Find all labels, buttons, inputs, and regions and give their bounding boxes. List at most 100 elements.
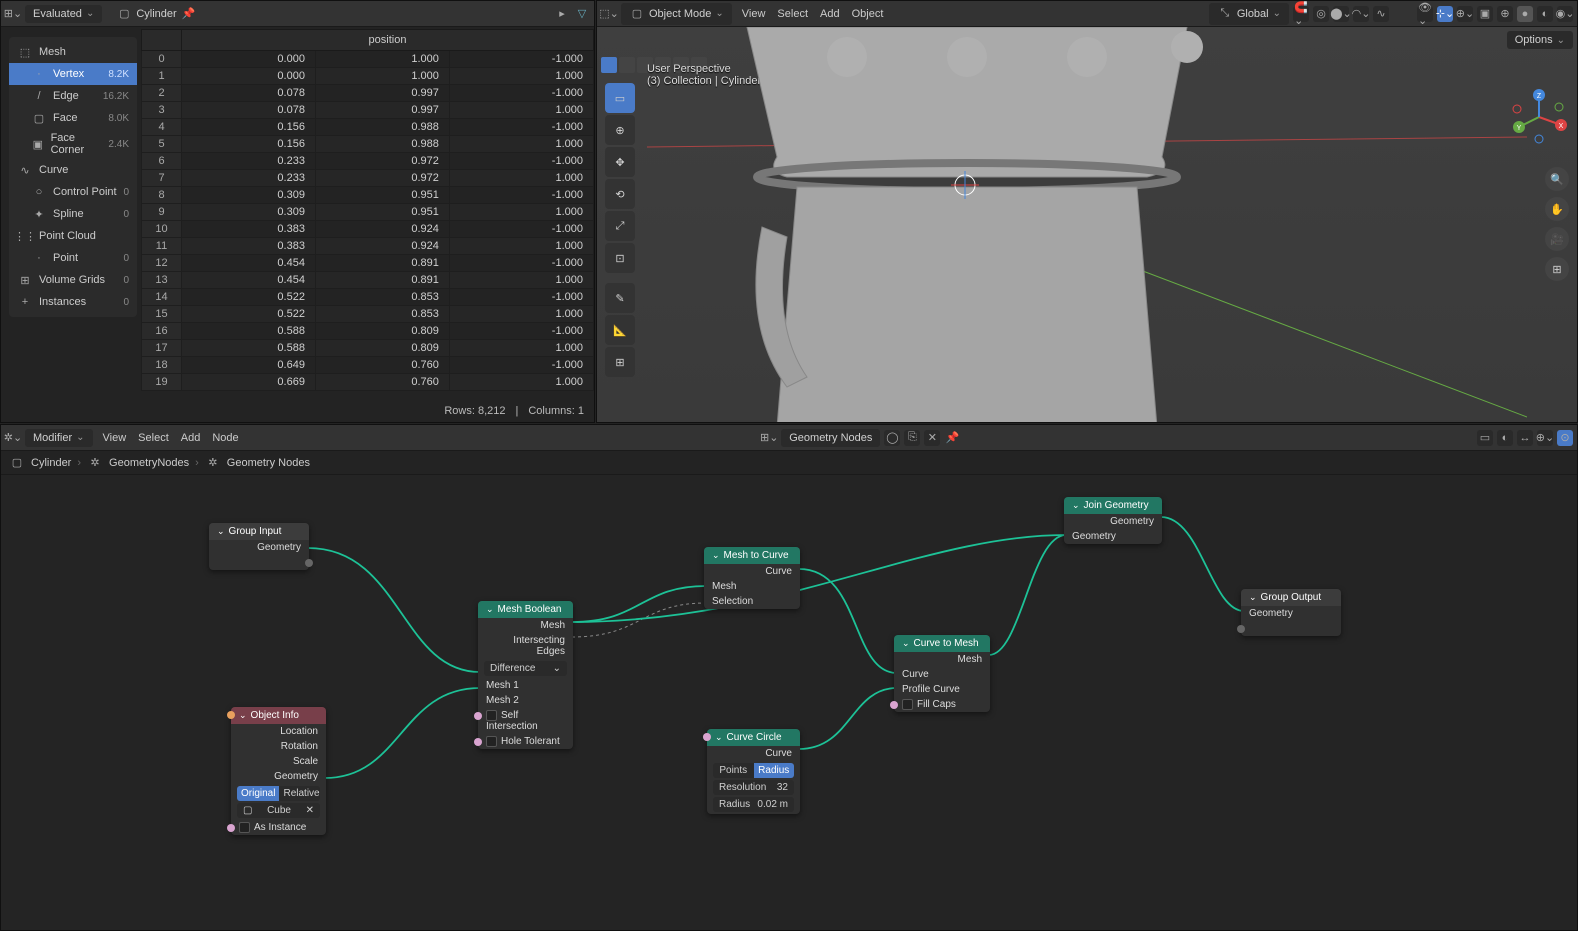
tree-point-cloud[interactable]: ⋮⋮Point Cloud <box>9 225 137 247</box>
shading-solid-icon[interactable]: ● <box>1517 6 1533 22</box>
ne-opt4-icon[interactable]: ⊕⌄ <box>1537 430 1553 446</box>
ne-opt2-icon[interactable]: ◐ <box>1497 430 1513 446</box>
node-mesh-boolean[interactable]: Mesh Boolean Mesh Intersecting Edges Dif… <box>478 601 573 749</box>
shading-matprev-icon[interactable]: ◐ <box>1537 6 1553 22</box>
ne-opt3-icon[interactable]: ↔ <box>1517 430 1533 446</box>
table-row[interactable]: 100.3830.924-1.000 <box>142 221 594 238</box>
pan-button[interactable]: ✋ <box>1545 197 1569 221</box>
table-row[interactable]: 110.3830.9241.000 <box>142 238 594 255</box>
arrow-icon[interactable]: ▸ <box>554 6 570 22</box>
table-row[interactable]: 130.4540.8911.000 <box>142 272 594 289</box>
table-row[interactable]: 40.1560.988-1.000 <box>142 119 594 136</box>
transform-tool[interactable]: ⊡ <box>605 243 635 273</box>
table-row[interactable]: 170.5880.8091.000 <box>142 340 594 357</box>
pin-icon[interactable]: 📌 <box>944 430 960 446</box>
breadcrumb-item[interactable]: Geometry Nodes <box>227 457 310 469</box>
xray-icon[interactable]: ▣ <box>1477 6 1493 22</box>
camera-button[interactable]: 🎥 <box>1545 227 1569 251</box>
node-group-output[interactable]: Group Output Geometry <box>1241 589 1341 636</box>
ne-opt1-icon[interactable]: ▭ <box>1477 430 1493 446</box>
table-row[interactable]: 150.5220.8531.000 <box>142 306 594 323</box>
tree-mesh[interactable]: ⬚Mesh <box>9 41 137 63</box>
node-group-input[interactable]: Group Input Geometry <box>209 523 309 570</box>
ne-opt5-icon[interactable]: ⊙ <box>1557 430 1573 446</box>
scale-tool[interactable]: ⤢ <box>605 211 635 241</box>
shading-wire-icon[interactable]: ⊕ <box>1497 6 1513 22</box>
editor-type-icon[interactable]: ⊞⌄ <box>5 6 21 22</box>
fake-shield-icon[interactable]: ◯ <box>884 430 900 446</box>
tree-instances[interactable]: +Instances0 <box>9 291 137 313</box>
table-row[interactable]: 190.6690.7601.000 <box>142 374 594 391</box>
annotate-tool[interactable]: ✎ <box>605 283 635 313</box>
shading-render-icon[interactable]: ◉⌄ <box>1557 6 1573 22</box>
rotate-tool[interactable]: ⟲ <box>605 179 635 209</box>
table-row[interactable]: 140.5220.853-1.000 <box>142 289 594 306</box>
table-row[interactable]: 00.0001.000-1.000 <box>142 51 594 68</box>
tree-volume-grids[interactable]: ⊞Volume Grids0 <box>9 269 137 291</box>
node-object-info[interactable]: Object Info Location Rotation Scale Geom… <box>231 707 326 835</box>
table-row[interactable]: 60.2330.972-1.000 <box>142 153 594 170</box>
sel-mode-2[interactable] <box>619 57 635 73</box>
table-row[interactable]: 30.0780.9971.000 <box>142 102 594 119</box>
node-curve-to-mesh[interactable]: Curve to Mesh Mesh Curve Profile Curve F… <box>894 635 990 712</box>
browse-nodetree-icon[interactable]: ⊞⌄ <box>761 430 777 446</box>
tree-curve[interactable]: ∿Curve <box>9 159 137 181</box>
mode-dropdown[interactable]: ▢Object Mode <box>621 3 732 25</box>
node-mesh-to-curve[interactable]: Mesh to Curve Curve Mesh Selection <box>704 547 800 609</box>
sel-mode-1[interactable] <box>601 57 617 73</box>
node-curve-circle[interactable]: Curve Circle Curve PointsRadius Resoluti… <box>707 729 800 814</box>
node-join-geometry[interactable]: Join Geometry Geometry Geometry <box>1064 497 1162 544</box>
persp-button[interactable]: ⊞ <box>1545 257 1569 281</box>
tree-point[interactable]: ·Point0 <box>9 247 137 269</box>
table-row[interactable]: 50.1560.9881.000 <box>142 136 594 153</box>
gizmo-toggle-icon[interactable]: ⊹⌄ <box>1437 6 1453 22</box>
node-canvas[interactable]: Group Input Geometry Object Info Locatio… <box>1 475 1577 930</box>
move-tool[interactable]: ✥ <box>605 147 635 177</box>
tree-control-point[interactable]: ○Control Point0 <box>9 181 137 203</box>
nodetree-name[interactable]: Geometry Nodes <box>781 429 880 447</box>
snap-icon[interactable]: 🧲⌄ <box>1293 6 1309 22</box>
misc2-icon[interactable]: ∿ <box>1373 6 1389 22</box>
table-row[interactable]: 180.6490.760-1.000 <box>142 357 594 374</box>
filter-icon[interactable]: ▽ <box>574 6 590 22</box>
orientation-dropdown[interactable]: ⤡Global <box>1209 3 1289 25</box>
breadcrumb-item[interactable]: Cylinder <box>31 457 71 469</box>
eval-mode-dropdown[interactable]: Evaluated <box>25 5 102 23</box>
editor-type-icon[interactable]: ✲⌄ <box>5 430 21 446</box>
table-row[interactable]: 80.3090.951-1.000 <box>142 187 594 204</box>
menu-view[interactable]: View <box>736 5 772 23</box>
pin-icon[interactable]: 📌 <box>181 6 197 22</box>
menu-select[interactable]: Select <box>771 5 814 23</box>
select-tool[interactable]: ▭ <box>605 83 635 113</box>
menu-node[interactable]: Node <box>206 429 244 447</box>
table-row[interactable]: 120.4540.891-1.000 <box>142 255 594 272</box>
overlay-icon[interactable]: ⊕⌄ <box>1457 6 1473 22</box>
tree-edge[interactable]: /Edge16.2K <box>9 85 137 107</box>
proportional-icon[interactable]: ◎ <box>1313 6 1329 22</box>
cursor-tool[interactable]: ⊕ <box>605 115 635 145</box>
menu-add[interactable]: Add <box>814 5 846 23</box>
menu-object[interactable]: Object <box>846 5 890 23</box>
viewport-canvas[interactable]: Options User Perspective (3) Collection … <box>597 27 1577 422</box>
tree-face[interactable]: ▢Face8.0K <box>9 107 137 129</box>
tree-vertex[interactable]: ·Vertex8.2K <box>9 63 137 85</box>
data-grid[interactable]: position00.0001.000-1.00010.0001.0001.00… <box>141 29 594 400</box>
table-row[interactable]: 10.0001.0001.000 <box>142 68 594 85</box>
duplicate-icon[interactable]: ⎘ <box>904 430 920 446</box>
measure-tool[interactable]: 📐 <box>605 315 635 345</box>
tree-spline[interactable]: ✦Spline0 <box>9 203 137 225</box>
tree-type-dropdown[interactable]: Modifier <box>25 429 93 447</box>
visibility-icon[interactable]: 👁⌄ <box>1417 6 1433 22</box>
zoom-button[interactable]: 🔍 <box>1545 167 1569 191</box>
menu-select[interactable]: Select <box>132 429 175 447</box>
proportional-falloff-icon[interactable]: ⬤⌄ <box>1333 6 1349 22</box>
menu-add[interactable]: Add <box>175 429 207 447</box>
table-row[interactable]: 70.2330.9721.000 <box>142 170 594 187</box>
misc-icon[interactable]: ◠⌄ <box>1353 6 1369 22</box>
menu-view[interactable]: View <box>97 429 133 447</box>
table-row[interactable]: 160.5880.809-1.000 <box>142 323 594 340</box>
breadcrumb-item[interactable]: GeometryNodes <box>109 457 189 469</box>
editor-type-icon[interactable]: ⬚⌄ <box>601 6 617 22</box>
table-row[interactable]: 90.3090.9511.000 <box>142 204 594 221</box>
table-row[interactable]: 20.0780.997-1.000 <box>142 85 594 102</box>
